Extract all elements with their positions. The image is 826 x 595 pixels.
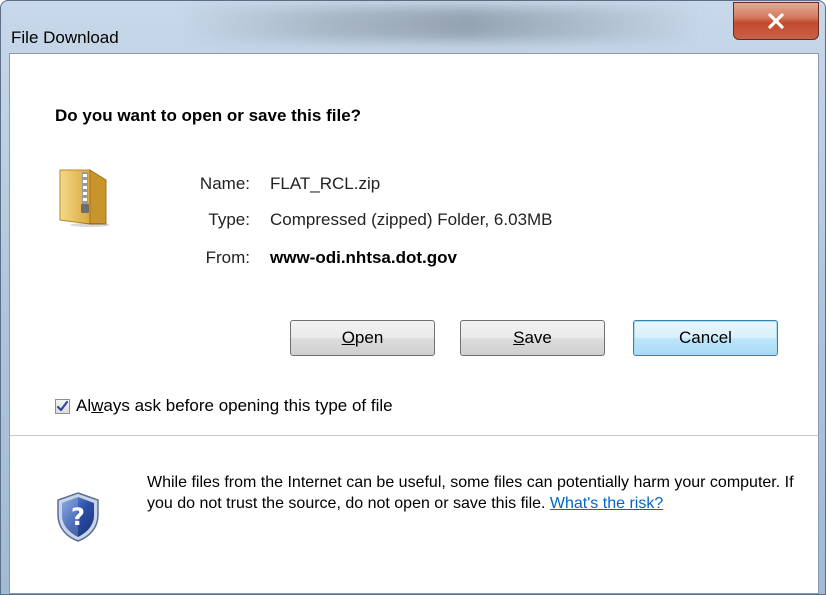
always-ask-label-post: ays ask before opening this type of file — [103, 396, 393, 415]
window-title: File Download — [11, 28, 119, 47]
from-value: www-odi.nhtsa.dot.gov — [270, 248, 457, 267]
cancel-button-label: Cancel — [679, 328, 732, 347]
title-bar-background-blur — [181, 7, 701, 41]
security-warning-text: While files from the Internet can be use… — [147, 472, 797, 514]
always-ask-label-pre: Al — [76, 396, 92, 415]
open-button[interactable]: Open — [290, 320, 435, 356]
close-button[interactable] — [733, 2, 819, 40]
save-button-label: ave — [524, 328, 552, 347]
from-label: From: — [205, 248, 250, 267]
always-ask-label-accelerator: w — [91, 396, 104, 415]
warning-message: While files from the Internet can be use… — [147, 474, 794, 512]
always-ask-checkbox[interactable] — [55, 398, 70, 414]
zip-folder-icon — [59, 169, 110, 227]
save-button[interactable]: Save — [460, 320, 605, 356]
svg-text:?: ? — [71, 503, 85, 531]
always-ask-label: Always ask before opening this type of f… — [76, 396, 393, 416]
type-label: Type: — [208, 210, 250, 229]
name-value: FLAT_RCL.zip — [270, 174, 381, 193]
file-download-window: File Download Do you want to open or sav… — [0, 0, 826, 595]
cancel-button[interactable]: Cancel — [633, 320, 778, 356]
dialog-body: Do you want to open or save this file? N… — [9, 53, 819, 594]
type-value: Compressed (zipped) Folder, 6.03MB — [270, 210, 553, 229]
dialog-question: Do you want to open or save this file? — [55, 106, 362, 125]
title-bar[interactable]: File Download — [1, 1, 825, 53]
checkmark-icon — [56, 400, 69, 411]
whats-the-risk-link[interactable]: What's the risk? — [550, 495, 663, 512]
name-label: Name: — [199, 174, 250, 193]
open-button-accelerator: O — [341, 328, 355, 347]
open-button-label: pen — [354, 328, 384, 347]
section-divider — [10, 435, 818, 436]
save-button-accelerator: S — [513, 328, 525, 347]
security-shield-icon: ? — [57, 492, 99, 542]
always-ask-checkbox-row[interactable]: Always ask before opening this type of f… — [55, 396, 393, 416]
close-icon — [768, 13, 784, 29]
